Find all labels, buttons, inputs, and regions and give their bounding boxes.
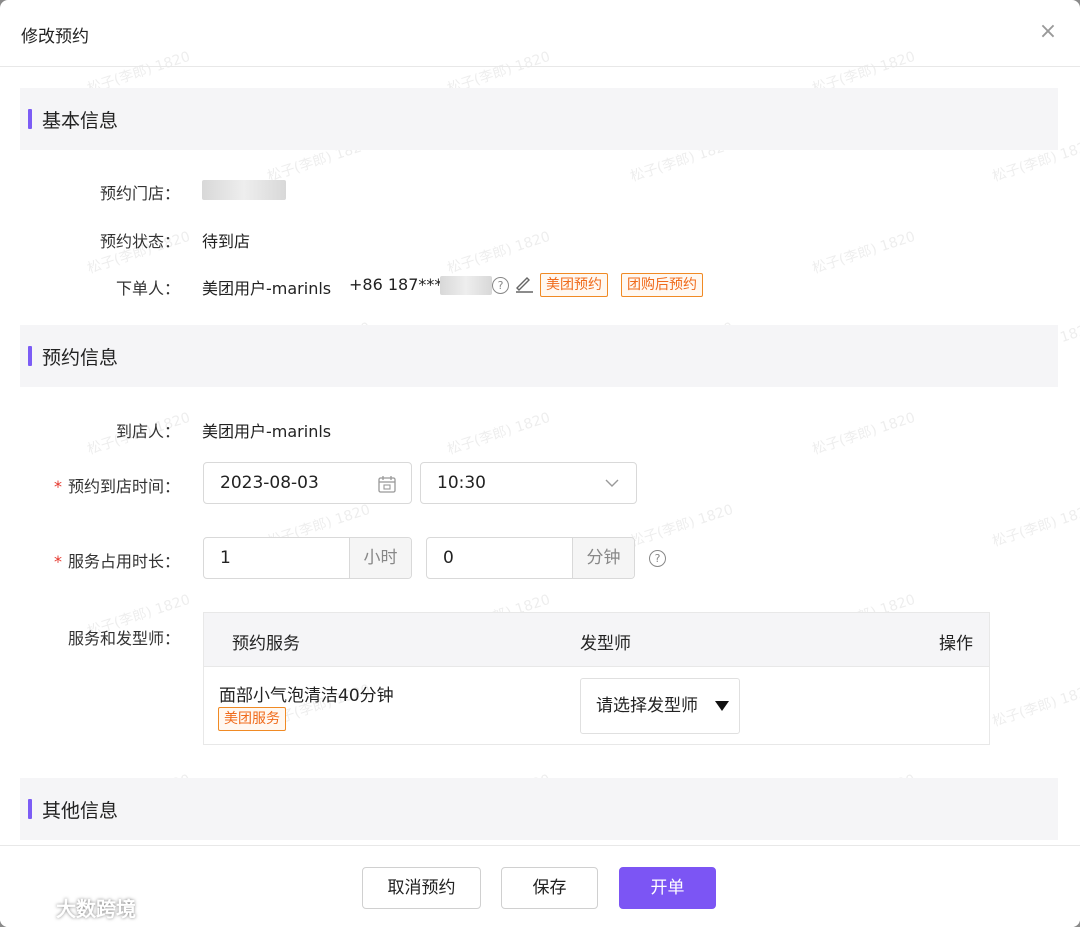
required-mark: * xyxy=(53,552,62,571)
watermark: 松子(李郎) 1820 xyxy=(445,228,553,278)
brand-logo: 大数跨境 xyxy=(10,893,136,922)
open-order-button[interactable]: 开单 xyxy=(619,867,716,909)
header-service: 预约服务 xyxy=(232,634,300,654)
watermark: 松子(李郎) 1820 xyxy=(810,409,918,459)
store-value-blurred xyxy=(202,180,286,200)
arrival-time-label: * 预约到店时间： xyxy=(0,473,180,497)
edit-icon[interactable] xyxy=(514,274,534,294)
services-label: 服务和发型师： xyxy=(67,629,180,648)
section-basic-info: 基本信息 xyxy=(20,88,1058,150)
stylist-placeholder: 请选择发型师 xyxy=(596,696,698,716)
duration-label-text: 服务占用时长： xyxy=(67,552,180,571)
section-accent-bar xyxy=(28,346,32,366)
visitor-value: 美团用户-marinls xyxy=(202,422,332,441)
store-label: 预约门店： xyxy=(99,184,180,203)
section-accent-bar xyxy=(28,109,32,129)
minutes-value: 0 xyxy=(443,548,454,568)
visitor-label: 到店人： xyxy=(115,422,180,441)
hours-value: 1 xyxy=(220,548,231,568)
minutes-unit: 分钟 xyxy=(572,538,634,578)
hours-input[interactable]: 1 小时 xyxy=(203,537,412,579)
edit-booking-modal: 松子(李郎) 1820 松子(李郎) 1820 松子(李郎) 1820 松子(李… xyxy=(0,0,1080,927)
section-booking-info: 预约信息 xyxy=(20,325,1058,387)
help-icon[interactable]: ? xyxy=(492,277,509,294)
group-buy-booking-tag: 团购后预约 xyxy=(621,273,703,297)
calendar-icon xyxy=(378,476,396,493)
arrival-time-label-text: 预约到店时间： xyxy=(67,477,180,496)
modal-title: 修改预约 xyxy=(21,27,89,47)
minutes-input[interactable]: 0 分钟 xyxy=(426,537,635,579)
meituan-service-tag: 美团服务 xyxy=(218,707,286,731)
status-label: 预约状态： xyxy=(99,232,180,251)
modal-footer: 取消预约 保存 开单 xyxy=(0,845,1080,927)
date-picker[interactable]: 2023-08-03 xyxy=(203,462,412,504)
services-table: 预约服务 发型师 操作 面部小气泡清洁40分钟 美团服务 请选择发型师 xyxy=(203,612,990,745)
section-title: 其他信息 xyxy=(42,800,119,822)
meituan-booking-tag: 美团预约 xyxy=(540,273,608,297)
stylist-select[interactable]: 请选择发型师 xyxy=(580,678,740,734)
header-stylist: 发型师 xyxy=(580,634,631,654)
time-select[interactable]: 10:30 xyxy=(420,462,637,504)
chevron-down-icon xyxy=(605,479,619,487)
save-button[interactable]: 保存 xyxy=(501,867,598,909)
cancel-booking-button[interactable]: 取消预约 xyxy=(362,867,481,909)
orderer-label: 下单人： xyxy=(115,279,180,298)
table-header: 预约服务 发型师 操作 xyxy=(204,613,989,667)
orderer-name: 美团用户-marinls xyxy=(202,279,332,298)
close-icon[interactable]: × xyxy=(1036,20,1060,44)
duration-label: * 服务占用时长： xyxy=(0,548,180,572)
watermark: 松子(李郎) 1820 xyxy=(810,228,918,278)
orderer-phone: +86 187*** xyxy=(349,275,443,294)
watermark: 松子(李郎) 1820 xyxy=(990,501,1080,551)
brand-name: 大数跨境 xyxy=(56,897,136,921)
hours-unit: 小时 xyxy=(349,538,411,578)
brand-mark-icon xyxy=(12,902,52,919)
service-name: 面部小气泡清洁40分钟 xyxy=(219,686,394,706)
time-value: 10:30 xyxy=(437,473,486,493)
section-title: 基本信息 xyxy=(42,110,119,132)
status-value: 待到店 xyxy=(202,232,251,251)
phone-blurred xyxy=(440,276,492,295)
watermark: 松子(李郎) 1820 xyxy=(990,681,1080,731)
watermark: 松子(李郎) 1820 xyxy=(628,501,736,551)
section-accent-bar xyxy=(28,799,32,819)
help-icon[interactable]: ? xyxy=(649,550,666,567)
required-mark: * xyxy=(53,477,62,496)
header-actions: 操作 xyxy=(939,634,973,654)
section-title: 预约信息 xyxy=(42,347,119,369)
caret-down-icon xyxy=(715,701,729,711)
modal-header: 修改预约 × xyxy=(0,0,1080,67)
section-other-info: 其他信息 xyxy=(20,778,1058,840)
date-value: 2023-08-03 xyxy=(220,473,319,493)
watermark: 松子(李郎) 1820 xyxy=(445,409,553,459)
